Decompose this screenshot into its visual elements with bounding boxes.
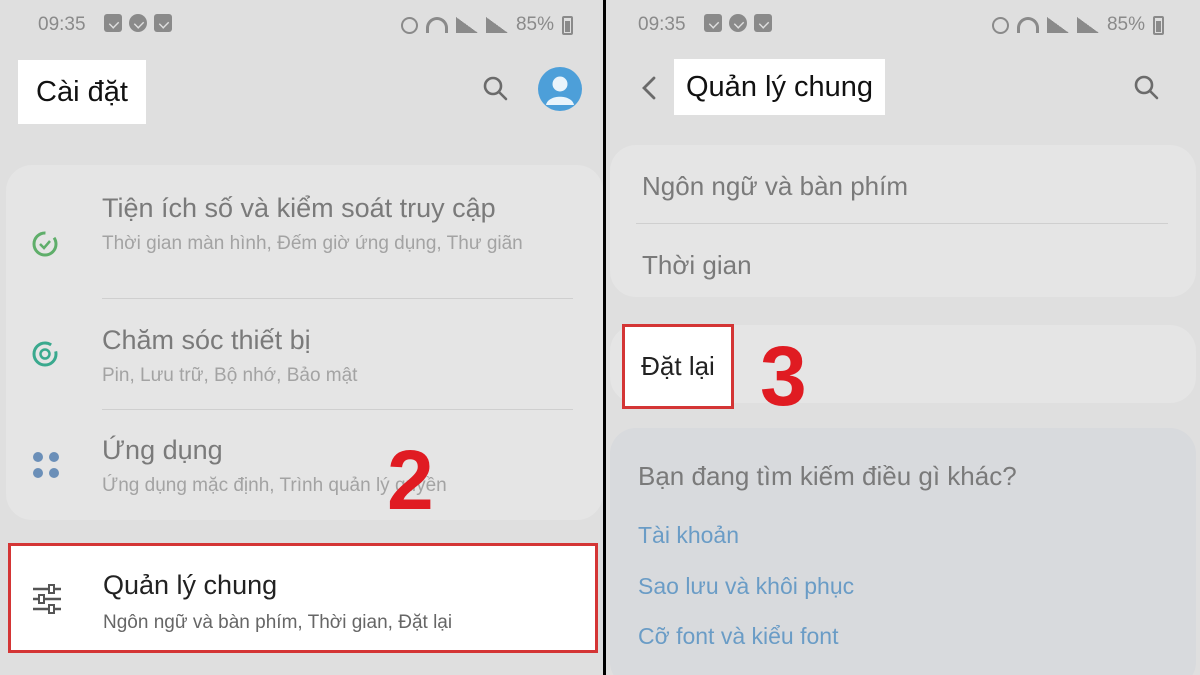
user-icon — [546, 76, 574, 105]
signal-2-icon — [485, 17, 508, 33]
page-title: Quản lý chung — [674, 59, 886, 115]
settings-item-general-management[interactable]: Quản lý chung Ngôn ngữ và bàn phím, Thời… — [8, 543, 598, 653]
profile-avatar[interactable] — [538, 67, 582, 111]
settings-item-label: Tiện ích số và kiểm soát truy cập — [102, 193, 496, 223]
settings-item-sub: Ngôn ngữ và bàn phím, Thời gian, Đặt lại — [103, 612, 453, 633]
status-bar: 09:35 85% — [0, 0, 603, 48]
settings-item-sub: Thời gian màn hình, Đếm giờ ứng dụng, Th… — [102, 233, 523, 254]
status-right: 85% — [991, 14, 1164, 36]
status-bar: 09:35 85% — [606, 0, 1200, 48]
settings-list-card: Tiện ích số và kiểm soát truy cập Thời g… — [6, 165, 603, 520]
signal-2-icon — [1076, 17, 1099, 33]
menu-item-date-time[interactable]: Thời gian — [642, 250, 752, 281]
suggestions-heading: Bạn đang tìm kiếm điều gì khác? — [638, 461, 1017, 491]
battery-icon — [562, 15, 573, 35]
page-title-text: Quản lý chung — [686, 70, 874, 103]
notification-icons — [104, 14, 172, 32]
suggestion-link-backup-restore[interactable]: Sao lưu và khôi phục — [638, 573, 854, 600]
menu-item-language-keyboard[interactable]: Ngôn ngữ và bàn phím — [642, 171, 908, 202]
notification-icons — [704, 14, 772, 32]
messenger-notification-icon — [729, 14, 747, 32]
suggestion-link-accounts[interactable]: Tài khoản — [638, 522, 739, 549]
alarm-icon — [400, 16, 418, 34]
back-arrow-icon[interactable] — [636, 74, 662, 102]
check-notification-icon — [754, 14, 772, 32]
wifi-icon — [425, 17, 448, 33]
battery-percent: 85% — [515, 14, 554, 35]
general-management-screen: 09:35 85% Quản lý chung Ngôn ngữ và bàn … — [606, 0, 1200, 675]
settings-item-digital-wellbeing[interactable]: Tiện ích số và kiểm soát truy cập Thời g… — [6, 183, 603, 301]
page-title-text: Cài đặt — [36, 75, 128, 108]
settings-item-device-care[interactable]: Chăm sóc thiết bị Pin, Lưu trữ, Bộ nhớ, … — [6, 315, 603, 405]
signal-icon — [455, 17, 478, 33]
settings-item-label: Ứng dụng — [102, 435, 223, 465]
suggestion-link-font-size-style[interactable]: Cỡ font và kiểu font — [638, 623, 838, 650]
signal-icon — [1046, 17, 1069, 33]
page-title: Cài đặt — [18, 60, 146, 124]
divider — [102, 298, 573, 299]
menu-item-reset[interactable]: Đặt lại — [622, 324, 734, 409]
settings-item-label: Chăm sóc thiết bị — [102, 325, 311, 355]
settings-screen: 09:35 85% Cài đặt Tiện ích số và kiểm so… — [0, 0, 603, 675]
general-management-icon — [33, 584, 61, 614]
gallery-notification-icon — [704, 14, 722, 32]
settings-item-sub: Pin, Lưu trữ, Bộ nhớ, Bảo mật — [102, 365, 358, 386]
device-care-icon — [32, 341, 58, 367]
settings-item-apps[interactable]: Ứng dụng Ứng dụng mặc định, Trình quản l… — [6, 425, 603, 515]
apps-icon — [33, 452, 59, 478]
digital-wellbeing-icon — [32, 231, 58, 257]
general-settings-card: Ngôn ngữ và bàn phím Thời gian — [610, 145, 1196, 297]
messenger-notification-icon — [129, 14, 147, 32]
status-time: 09:35 — [38, 14, 86, 35]
settings-item-sub: Ứng dụng mặc định, Trình quản lý quyền — [102, 475, 447, 496]
search-icon[interactable] — [1133, 74, 1159, 100]
divider — [102, 409, 573, 410]
alarm-icon — [991, 16, 1009, 34]
search-icon[interactable] — [482, 75, 508, 101]
battery-percent: 85% — [1106, 14, 1145, 35]
check-notification-icon — [154, 14, 172, 32]
settings-item-label: Quản lý chung — [103, 570, 278, 600]
status-time: 09:35 — [638, 14, 686, 35]
battery-icon — [1153, 15, 1164, 35]
gallery-notification-icon — [104, 14, 122, 32]
step-number: 3 — [760, 329, 807, 423]
divider — [636, 223, 1168, 224]
wifi-icon — [1016, 17, 1039, 33]
status-right: 85% — [400, 14, 573, 36]
step-number: 2 — [387, 433, 434, 527]
